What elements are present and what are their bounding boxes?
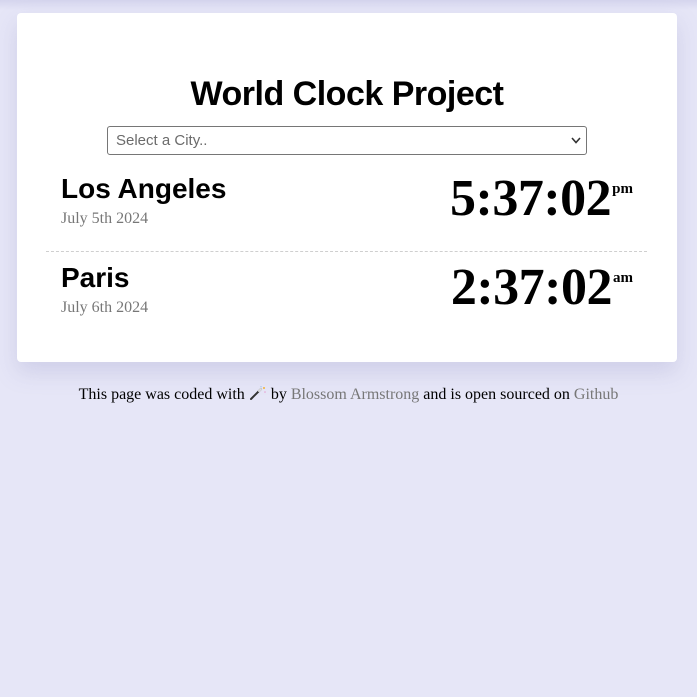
time-digits: 2:37:02 [450, 259, 613, 316]
city-select[interactable]: Select a City.. [107, 126, 587, 155]
footer-text-middle: and is open sourced on [423, 386, 570, 403]
time-ampm: am [613, 270, 633, 286]
city-name: Los Angeles [61, 173, 227, 204]
magic-wand-icon [249, 386, 267, 400]
author-link[interactable]: Blossom Armstrong [291, 386, 419, 403]
chevron-down-icon [570, 127, 582, 154]
github-link[interactable]: Github [574, 386, 618, 403]
city-row-paris: Paris July 6th 2024 2:37:02am [46, 252, 647, 340]
top-edge-shadow [0, 0, 697, 10]
city-date: July 5th 2024 [61, 210, 149, 227]
clock-card: World Clock Project Select a City.. Los … [17, 13, 677, 362]
footer-text-by: by [270, 386, 287, 403]
city-time: 5:37:02pm [450, 169, 633, 228]
city-row-los-angeles: Los Angeles July 5th 2024 5:37:02pm [46, 163, 647, 252]
city-date: July 6th 2024 [61, 299, 149, 316]
footer-text-start: This page was coded with [78, 386, 245, 403]
page-title: World Clock Project [190, 75, 504, 113]
city-time: 2:37:02am [451, 258, 633, 317]
footer: This page was coded with by Blossom Arms… [0, 386, 697, 404]
city-select-value: Select a City.. [116, 132, 208, 149]
time-ampm: pm [612, 181, 633, 197]
time-digits: 5:37:02 [450, 170, 612, 227]
city-name: Paris [61, 262, 130, 293]
